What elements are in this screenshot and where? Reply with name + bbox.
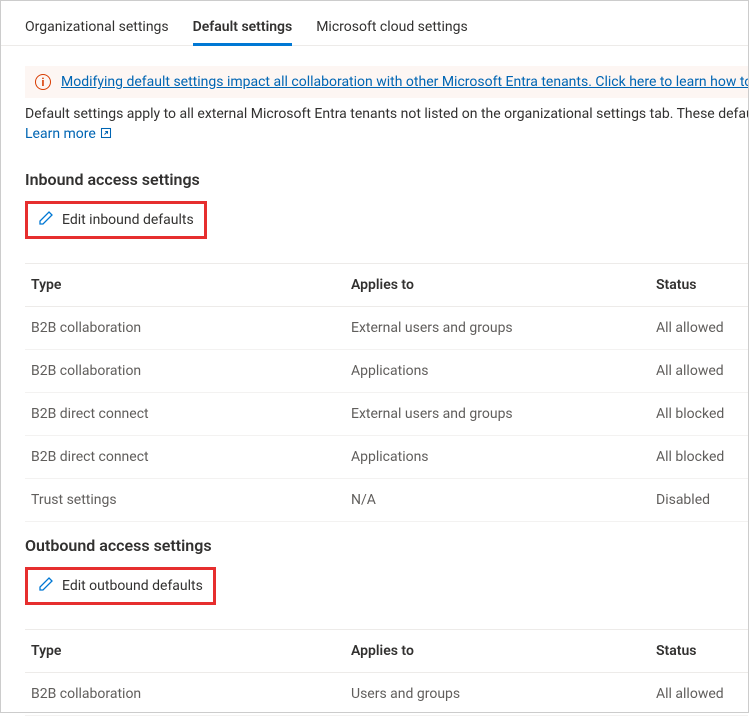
cell-type: Trust settings	[31, 492, 351, 508]
cell-status: All blocked	[656, 449, 742, 465]
tabs-bar: Organizational settings Default settings…	[1, 1, 748, 46]
outbound-table-header: Type Applies to Status	[25, 629, 748, 673]
learn-more-link[interactable]: Learn more	[25, 126, 112, 142]
table-row: B2B direct connect External users and gr…	[25, 393, 748, 436]
info-icon: i	[35, 74, 51, 90]
table-row: B2B direct connect Applications All bloc…	[25, 436, 748, 479]
warning-infobar: i Modifying default settings impact all …	[25, 66, 748, 98]
cell-applies: Applications	[351, 449, 656, 465]
pencil-icon	[38, 576, 54, 596]
learn-more-label: Learn more	[25, 126, 96, 142]
cell-status: All allowed	[656, 363, 742, 379]
table-row: B2B collaboration Applications All allow…	[25, 350, 748, 393]
pencil-icon	[38, 210, 54, 230]
col-applies: Applies to	[351, 643, 656, 659]
table-row: B2B collaboration External users and gro…	[25, 307, 748, 350]
cell-status: All allowed	[656, 320, 742, 336]
table-row: Trust settings N/A Disabled	[25, 479, 748, 522]
cell-applies: Users and groups	[351, 686, 656, 702]
outbound-table: Type Applies to Status B2B collaboration…	[25, 629, 748, 716]
edit-inbound-defaults-button[interactable]: Edit inbound defaults	[25, 201, 207, 239]
tab-microsoft-cloud-settings[interactable]: Microsoft cloud settings	[316, 13, 468, 45]
cell-type: B2B collaboration	[31, 686, 351, 702]
col-type: Type	[31, 643, 351, 659]
edit-outbound-defaults-button[interactable]: Edit outbound defaults	[25, 567, 216, 605]
tab-organizational-settings[interactable]: Organizational settings	[25, 13, 169, 45]
col-status: Status	[656, 643, 742, 659]
inbound-section-header: Inbound access settings	[25, 170, 748, 189]
cell-status: All allowed	[656, 686, 742, 702]
cell-type: B2B collaboration	[31, 320, 351, 336]
cell-type: B2B direct connect	[31, 406, 351, 422]
cell-type: B2B direct connect	[31, 449, 351, 465]
content-area: i Modifying default settings impact all …	[1, 46, 748, 716]
inbound-table-header: Type Applies to Status	[25, 263, 748, 307]
warning-link[interactable]: Modifying default settings impact all co…	[61, 74, 748, 90]
cell-type: B2B collaboration	[31, 363, 351, 379]
table-row: B2B collaboration Users and groups All a…	[25, 673, 748, 716]
col-type: Type	[31, 277, 351, 293]
edit-outbound-label: Edit outbound defaults	[62, 578, 203, 594]
description-text: Default settings apply to all external M…	[25, 104, 748, 124]
col-status: Status	[656, 277, 742, 293]
col-applies: Applies to	[351, 277, 656, 293]
cell-applies: Applications	[351, 363, 656, 379]
inbound-table: Type Applies to Status B2B collaboration…	[25, 263, 748, 522]
edit-inbound-label: Edit inbound defaults	[62, 212, 194, 228]
outbound-section-header: Outbound access settings	[25, 536, 748, 555]
cell-applies: External users and groups	[351, 320, 656, 336]
cell-status: All blocked	[656, 406, 742, 422]
cell-applies: External users and groups	[351, 406, 656, 422]
external-link-icon	[100, 127, 112, 142]
cell-status: Disabled	[656, 492, 742, 508]
tab-default-settings[interactable]: Default settings	[193, 13, 293, 45]
cell-applies: N/A	[351, 492, 656, 508]
